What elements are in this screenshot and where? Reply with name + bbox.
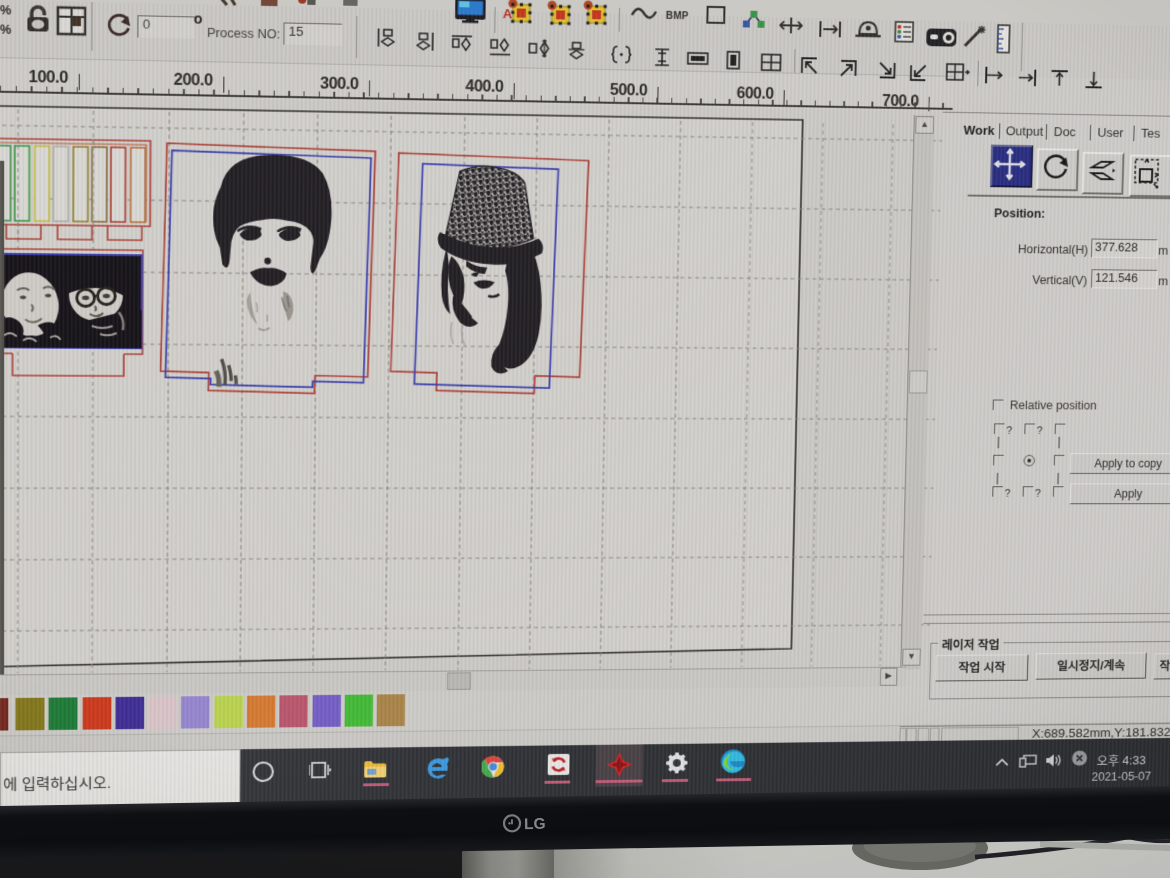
svg-text:BMP: BMP — [666, 11, 689, 22]
svg-text:LG: LG — [524, 816, 546, 833]
svg-text:A: A — [503, 7, 513, 22]
